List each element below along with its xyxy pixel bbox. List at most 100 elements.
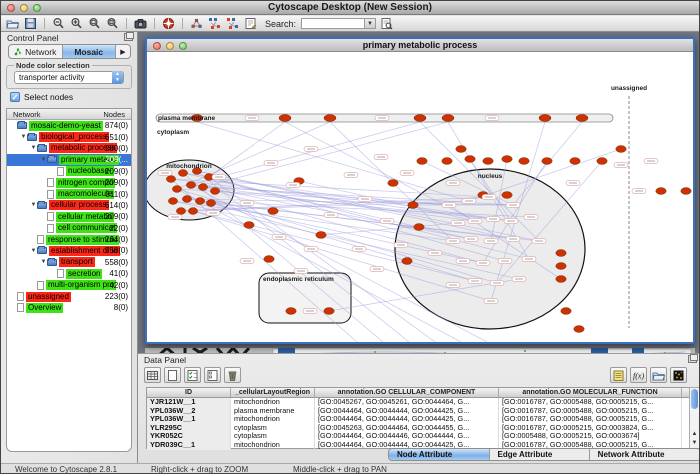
close-button[interactable] (7, 4, 15, 12)
tab-network[interactable]: Network (9, 45, 63, 58)
attribute-table-header[interactable]: ID_cellularLayoutRegionannotation.GO CEL… (147, 388, 690, 398)
network-tree-row[interactable]: Overview8(0) (7, 302, 131, 313)
network-tree-row[interactable]: ▼cellular process614(0) (7, 200, 131, 211)
scroll-up-icon[interactable]: ▲ (690, 430, 699, 439)
scrollbar-thumb[interactable] (691, 389, 698, 409)
network-tree-row[interactable]: ▼biological_process651(0) (7, 131, 131, 142)
network-node[interactable] (539, 115, 551, 122)
network-node[interactable] (414, 115, 426, 122)
network-tree-row[interactable]: secretion41(0) (7, 268, 131, 279)
network-node[interactable] (561, 308, 571, 315)
annotation-icon[interactable] (243, 17, 258, 30)
layout-red-icon[interactable] (225, 17, 240, 30)
search-dropdown-icon[interactable]: ▼ (365, 18, 376, 29)
network-tree-row[interactable]: ▼metabolic process280(0) (7, 143, 131, 154)
expand-triangle-icon[interactable]: ▼ (20, 134, 27, 140)
network-tree-row[interactable]: response to stimulu264(0) (7, 234, 131, 245)
save-session-icon[interactable] (23, 17, 38, 30)
network-node[interactable] (268, 208, 278, 215)
network-node[interactable] (402, 258, 412, 265)
table-scrollbar[interactable]: ▲ ▼ (689, 387, 700, 449)
network-node[interactable] (182, 196, 191, 203)
table-row[interactable]: YJR121W__1mitochondrion[GO:0045267, GO:0… (147, 398, 690, 407)
network-node[interactable] (483, 158, 493, 165)
network-node[interactable] (574, 326, 584, 333)
node-color-dropdown[interactable]: transporter activity ▲▼ (14, 71, 124, 84)
delete-attribute-icon[interactable] (224, 367, 241, 383)
network-node[interactable] (186, 182, 195, 189)
network-tree-row[interactable]: unassigned223(0) (7, 291, 131, 302)
expand-triangle-icon[interactable]: ▼ (30, 202, 37, 208)
network-canvas[interactable]: plasma membranecytoplasmmitochondrionnuc… (147, 52, 693, 342)
network-node[interactable] (324, 308, 334, 315)
matrix-icon[interactable] (670, 367, 687, 383)
network-node[interactable] (681, 188, 691, 195)
network-tree-row[interactable]: nitrogen compo209(0) (7, 177, 131, 188)
network-tree-row[interactable]: cell communicat22(0) (7, 223, 131, 234)
zoom-button[interactable] (33, 4, 41, 12)
select-nodes-checkbox[interactable]: ✓ (10, 92, 20, 102)
column-header[interactable]: ID (147, 388, 231, 397)
network-node[interactable] (195, 198, 204, 205)
network-node[interactable] (417, 158, 427, 165)
network-node[interactable] (188, 208, 197, 215)
network-node[interactable] (388, 180, 398, 187)
new-attribute-icon[interactable] (164, 367, 181, 383)
network-node[interactable] (616, 146, 626, 153)
network-node[interactable] (576, 115, 588, 122)
network-node[interactable] (556, 263, 566, 270)
tabs-overflow-arrow-icon[interactable]: ▶ (116, 45, 130, 58)
network-node[interactable] (465, 156, 475, 163)
column-header[interactable]: annotation.GO MOLECULAR_FUNCTION (499, 388, 682, 397)
expand-triangle-icon[interactable]: ▼ (30, 145, 37, 151)
network-node[interactable] (172, 186, 181, 193)
network-node[interactable] (442, 158, 452, 165)
network-tree-row[interactable]: ▼primary metabo209(... (7, 154, 131, 165)
layout-blue-icon[interactable] (207, 17, 222, 30)
expand-triangle-icon[interactable]: ▼ (30, 248, 37, 254)
network-node[interactable] (244, 222, 254, 229)
expand-triangle-icon[interactable]: ▼ (40, 259, 47, 265)
network-node[interactable] (176, 208, 185, 215)
network-zoom-button[interactable] (179, 42, 187, 50)
network-tree-row[interactable]: multi-organism pro42(0) (7, 279, 131, 290)
network-tree-row[interactable]: mosaic-demo-yeast874(0) (7, 120, 131, 131)
network-node[interactable] (414, 224, 424, 231)
table-row[interactable]: YPL036W__1mitochondrion[GO:0044464, GO:0… (147, 415, 690, 424)
column-header[interactable]: annotation.GO CELLULAR_COMPONENT (315, 388, 499, 397)
float-data-panel-icon[interactable] (688, 355, 697, 363)
minimize-button[interactable] (20, 4, 28, 12)
network-close-button[interactable] (153, 42, 161, 50)
tab-node-attribute-browser[interactable]: Node Attribute Browser (389, 449, 490, 460)
function-builder-icon[interactable]: f(x) (630, 367, 647, 383)
network-tree-row[interactable]: macromolecule311(0) (7, 188, 131, 199)
network-node[interactable] (324, 115, 336, 122)
network-node[interactable] (198, 184, 207, 191)
network-node[interactable] (442, 115, 454, 122)
import-attributes-icon[interactable] (610, 367, 627, 383)
scroll-down-icon[interactable]: ▼ (690, 439, 699, 448)
network-tree-row[interactable]: nucleobase-209(0) (7, 166, 131, 177)
network-node[interactable] (556, 276, 566, 283)
network-node[interactable] (597, 158, 607, 165)
table-row[interactable]: YPL036W__2plasma membrane[GO:0044464, GO… (147, 407, 690, 416)
network-node[interactable] (210, 188, 219, 195)
network-view-window[interactable]: primary metabolic process plasma membran… (145, 37, 695, 344)
network-node[interactable] (656, 188, 666, 195)
snapshot-camera-icon[interactable] (133, 17, 148, 30)
network-icon[interactable] (189, 17, 204, 30)
network-minimize-button[interactable] (166, 42, 174, 50)
network-node[interactable] (456, 146, 466, 153)
table-row[interactable]: YKR052Ccytoplasm[GO:0044464, GO:0044446,… (147, 432, 690, 441)
network-node[interactable] (316, 232, 326, 239)
zoom-fit-icon[interactable] (87, 17, 102, 30)
column-header[interactable]: _cellularLayoutRegion (231, 388, 315, 397)
network-tree-row[interactable]: ▼transport558(0) (7, 257, 131, 268)
network-node[interactable] (264, 256, 274, 263)
network-tree-row[interactable]: ▼establishment of lo558(0) (7, 245, 131, 256)
network-node[interactable] (542, 158, 552, 165)
tab-edge-attribute-browser[interactable]: Edge Attribute Browser (490, 449, 590, 460)
network-node[interactable] (570, 158, 580, 165)
network-node[interactable] (168, 198, 177, 205)
search-input[interactable] (301, 18, 365, 29)
